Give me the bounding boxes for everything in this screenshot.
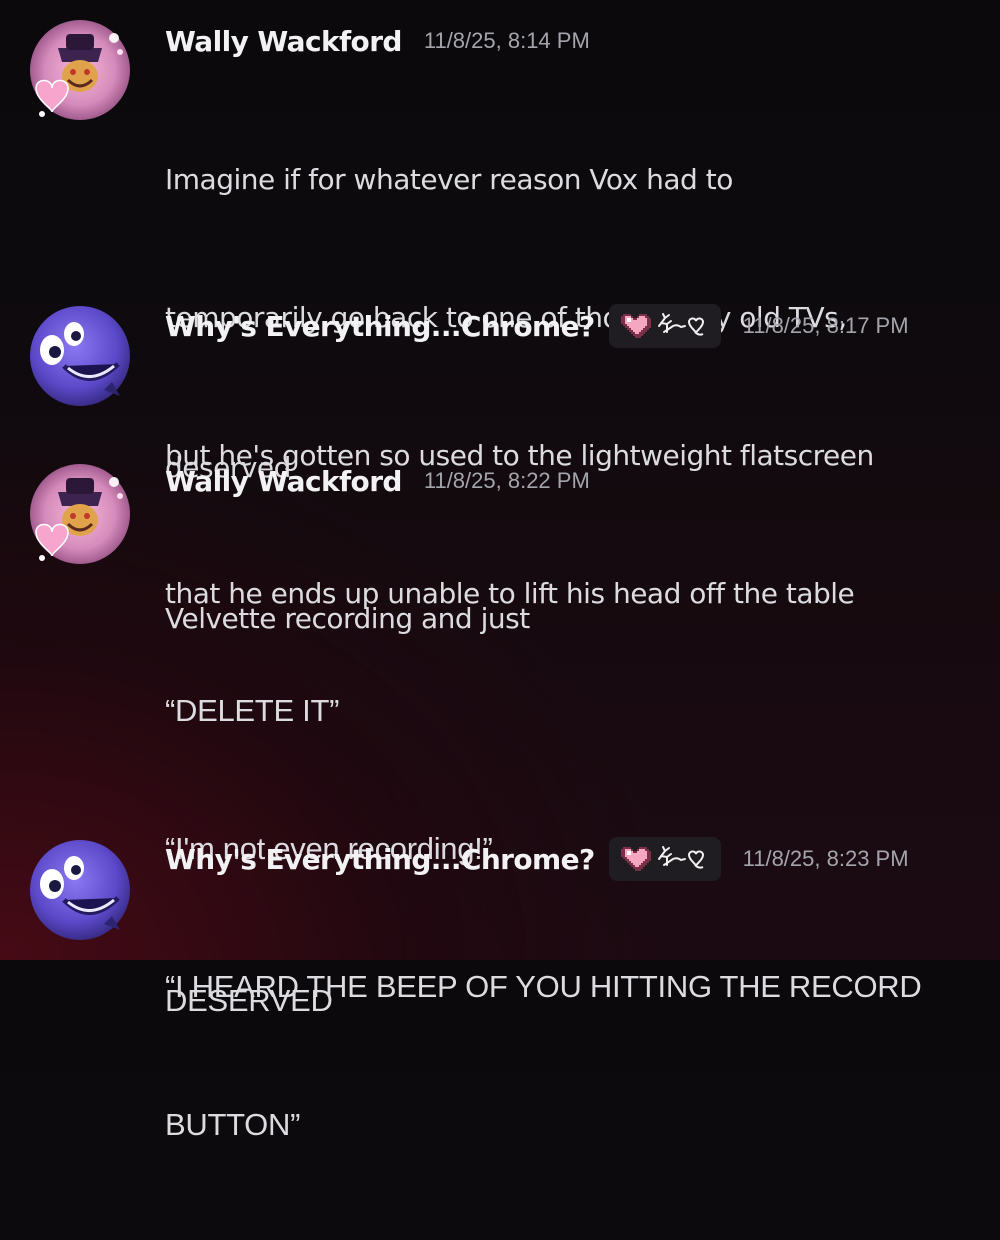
deer-heart-glyph-icon [655, 845, 709, 873]
pixel-heart-icon [619, 845, 651, 873]
deer-heart-glyph-icon [655, 312, 709, 340]
username[interactable]: Wally Wackford [165, 25, 402, 58]
pink-overlord-avatar-icon[interactable] [28, 462, 132, 566]
pink-overlord-avatar-icon[interactable] [28, 18, 132, 122]
timestamp: 11/8/25, 8:23 PM [742, 846, 909, 871]
message-line: DESERVED [165, 983, 333, 1018]
message-header: Wally Wackford 11/8/25, 8:14 PM [165, 21, 590, 61]
message-header: Why's Everything...Chrome? 11/8/25, 8:17… [165, 304, 909, 348]
timestamp: 11/8/25, 8:22 PM [423, 468, 590, 493]
message-line: Imagine if for whatever reason Vox had t… [165, 163, 733, 196]
timestamp: 11/8/25, 8:14 PM [423, 28, 590, 53]
blue-tv-face-avatar-icon[interactable] [28, 838, 132, 942]
username[interactable]: Wally Wackford [165, 465, 402, 498]
message-header: Wally Wackford 11/8/25, 8:22 PM [165, 461, 590, 501]
timestamp: 11/8/25, 8:17 PM [742, 313, 909, 338]
user-tag-badge[interactable] [608, 837, 721, 881]
username[interactable]: Why's Everything...Chrome? [165, 843, 595, 876]
pixel-heart-icon [619, 312, 651, 340]
username[interactable]: Why's Everything...Chrome? [165, 310, 595, 343]
user-tag-badge[interactable] [608, 304, 721, 348]
blue-tv-face-avatar-icon[interactable] [28, 304, 132, 408]
message-content: DESERVED [165, 886, 333, 1116]
message-header: Why's Everything...Chrome? 11/8/25, 8:23… [165, 837, 909, 881]
message-line: “DELETE IT” [165, 693, 340, 728]
